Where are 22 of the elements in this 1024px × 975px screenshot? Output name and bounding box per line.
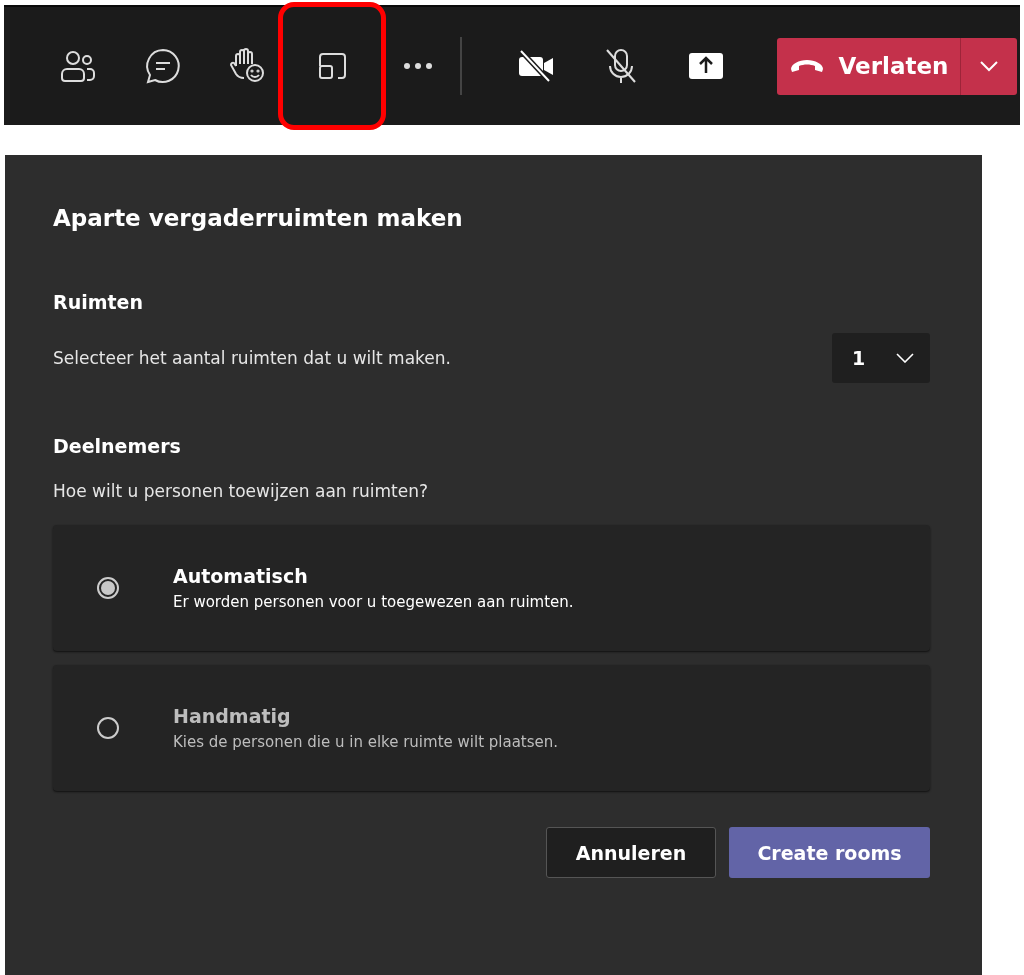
option-card[interactable]: Automatisch Er worden personen voor u toegewezen aan ruimten. — [53, 525, 930, 651]
radio-button[interactable] — [97, 577, 119, 599]
chevron-down-icon — [896, 353, 914, 363]
more-icon — [402, 62, 433, 70]
chevron-down-icon — [979, 60, 999, 72]
option-description: Er worden personen voor u toegewezen aan ruimten. — [173, 593, 574, 611]
option-title: Automatisch — [173, 565, 309, 587]
section-heading: Ruimten — [53, 291, 144, 313]
dialog-title: Aparte vergaderruimten maken — [53, 205, 464, 231]
hang-up-icon — [788, 58, 825, 74]
leave-button[interactable]: Verlaten — [777, 37, 960, 95]
radio-button[interactable] — [97, 717, 119, 739]
option-card[interactable]: Handmatig Kies de personen die u in elke ruimte wilt plaatsen. — [53, 665, 930, 791]
option-description: Kies de personen die u in elke ruimte wilt plaatsen. — [173, 733, 559, 751]
cancel-button[interactable]: Annuleren — [546, 827, 716, 878]
section-description: Hoe wilt u personen toewijzen aan ruimten? — [53, 481, 429, 501]
section-description: Selecteer het aantal ruimten dat u wilt maken. — [53, 348, 451, 368]
window-in-window-button[interactable] — [278, 2, 386, 130]
room-count-dropdown[interactable]: 1 — [832, 333, 930, 383]
option-title: Handmatig — [173, 705, 292, 727]
section-heading: Deelnemers — [53, 435, 182, 457]
create-button[interactable]: Create rooms — [729, 827, 930, 878]
